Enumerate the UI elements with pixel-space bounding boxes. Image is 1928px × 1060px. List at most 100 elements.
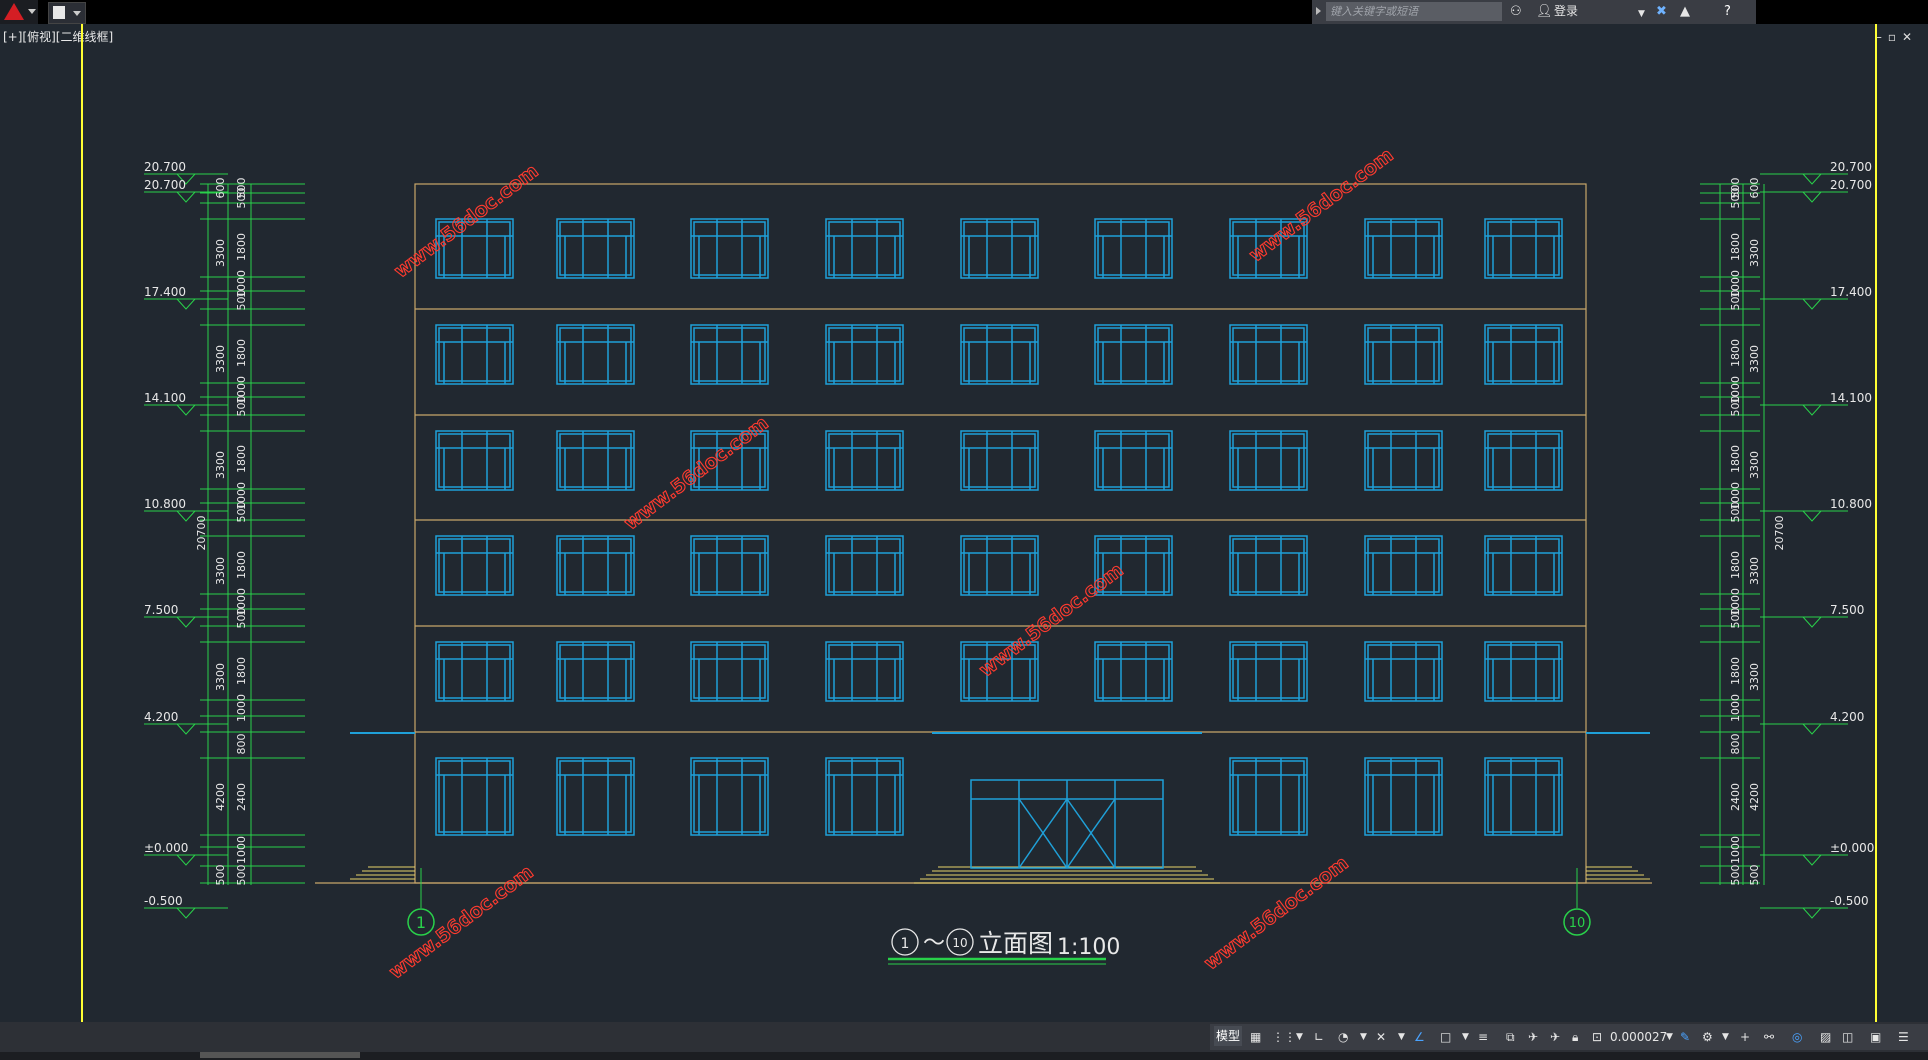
annotation-monitor-icon[interactable]: ✎: [1680, 1028, 1690, 1046]
dimension-text: 600: [214, 178, 227, 199]
level-label: 20.700: [144, 178, 186, 192]
chevron-down-icon[interactable]: ▼: [1462, 1028, 1469, 1046]
ortho-icon[interactable]: ∟: [1314, 1028, 1324, 1046]
window: [1094, 324, 1173, 385]
fullscreen-icon[interactable]: ▣: [1870, 1028, 1881, 1046]
axis-bubble-1-label: 1: [416, 913, 426, 932]
isodraft-icon[interactable]: ✕: [1376, 1028, 1386, 1046]
scale-value[interactable]: 0.000027: [1610, 1028, 1667, 1046]
model-space-button[interactable]: 模型: [1214, 1026, 1242, 1046]
annotation-visibility-icon[interactable]: ✈: [1528, 1028, 1538, 1046]
dimension-text: 1800: [1729, 551, 1742, 579]
polar-tracking-icon[interactable]: ◔: [1338, 1028, 1348, 1046]
window: [825, 535, 904, 596]
dimension-text: 1800: [235, 551, 248, 579]
lock-icon[interactable]: 🔒︎: [1572, 1028, 1578, 1046]
level-label: ±0.000: [144, 841, 188, 855]
chevron-down-icon[interactable]: ▼: [1666, 1028, 1673, 1046]
dimension-text: 500: [235, 865, 248, 886]
dimension-text: 500: [1729, 396, 1742, 417]
level-label: 7.500: [1830, 603, 1864, 617]
dimension-text: 1800: [235, 445, 248, 473]
grid-icon[interactable]: ▦: [1250, 1028, 1261, 1046]
window: [960, 430, 1039, 491]
window: [1484, 757, 1563, 836]
level-label: 20.700: [1830, 160, 1872, 174]
window: [1229, 641, 1308, 702]
lineweight-icon[interactable]: ≡: [1478, 1028, 1488, 1046]
level-marker: [176, 404, 196, 416]
steps: [350, 866, 1650, 884]
window: [1484, 430, 1563, 491]
dimension-text: 1000: [235, 836, 248, 864]
window: [1364, 324, 1443, 385]
dimension-text: 4200: [214, 783, 227, 811]
hardware-acceleration-icon[interactable]: ▨: [1820, 1028, 1831, 1046]
workspace-gear-icon[interactable]: ⚙: [1702, 1028, 1713, 1046]
dimension-text: 2400: [1729, 783, 1742, 811]
object-snap-icon[interactable]: □: [1440, 1028, 1451, 1046]
window: [1484, 535, 1563, 596]
object-snap-tracking-icon[interactable]: ∠: [1414, 1028, 1425, 1046]
level-label: 10.800: [144, 497, 186, 511]
units-icon[interactable]: +: [1740, 1028, 1750, 1046]
window: [556, 218, 635, 279]
dimension-text: 3300: [1748, 557, 1761, 585]
level-marker: [1802, 173, 1822, 185]
auto-scale-icon[interactable]: ✈: [1550, 1028, 1560, 1046]
quick-properties-icon[interactable]: ⚯: [1764, 1028, 1774, 1046]
dimension-text: 800: [235, 734, 248, 755]
window: [1229, 535, 1308, 596]
chevron-down-icon[interactable]: ▼: [1360, 1028, 1367, 1046]
window: [825, 324, 904, 385]
level-label: 17.400: [144, 285, 186, 299]
customization-menu-icon[interactable]: ☰: [1898, 1028, 1909, 1046]
drawing-title: 1 ～ 10 立面图 1:100: [888, 928, 1120, 965]
horizontal-scrollbar[interactable]: [200, 1052, 360, 1058]
snap-icon[interactable]: ⋮⋮: [1272, 1028, 1296, 1046]
dimension-text: 500: [1729, 865, 1742, 886]
entrance-door: [970, 779, 1164, 869]
dimension-text: 1800: [1729, 657, 1742, 685]
building-outline: [414, 183, 1587, 884]
window: [556, 535, 635, 596]
dimension-text: 1800: [1729, 233, 1742, 261]
window: [1484, 324, 1563, 385]
window: [1229, 757, 1308, 836]
watermark-text: www.56doc.com: [1245, 144, 1397, 267]
chevron-down-icon[interactable]: ▼: [1296, 1028, 1303, 1046]
window: [1094, 218, 1173, 279]
dimension-text: 500: [1729, 290, 1742, 311]
dimension-text: 3300: [214, 663, 227, 691]
window: [1484, 641, 1563, 702]
window: [825, 430, 904, 491]
chevron-down-icon[interactable]: ▼: [1398, 1028, 1405, 1046]
dimension-text: 2400: [235, 783, 248, 811]
level-marker: [1802, 298, 1822, 310]
chevron-down-icon[interactable]: ▼: [1722, 1028, 1729, 1046]
level-marker: [1802, 404, 1822, 416]
window: [690, 535, 769, 596]
annotation-scale-icon[interactable]: ⊡: [1592, 1028, 1602, 1046]
window: [960, 218, 1039, 279]
window: [1484, 218, 1563, 279]
dimension-text: 500: [1729, 608, 1742, 629]
watermark-text: www.56doc.com: [390, 160, 542, 283]
level-label: 14.100: [144, 391, 186, 405]
level-marker: [1802, 907, 1822, 919]
title-scale: 1:100: [1057, 935, 1120, 960]
level-label: 4.200: [1830, 710, 1864, 724]
clean-screen-icon[interactable]: ◫: [1842, 1028, 1853, 1046]
isolate-objects-icon[interactable]: ◎: [1792, 1028, 1802, 1046]
dimension-group-right: 20.700 20.700 17.400 14.100 10.800 7.500 4.200…: [1700, 160, 1874, 919]
level-marker: [176, 854, 196, 866]
window: [1364, 430, 1443, 491]
window: [825, 641, 904, 702]
window: [1094, 641, 1173, 702]
dimension-text: 1800: [235, 339, 248, 367]
selection-cycling-icon[interactable]: ⧉: [1506, 1028, 1515, 1046]
window: [435, 430, 514, 491]
dimension-text: 3300: [214, 345, 227, 373]
window: [960, 535, 1039, 596]
window: [825, 218, 904, 279]
